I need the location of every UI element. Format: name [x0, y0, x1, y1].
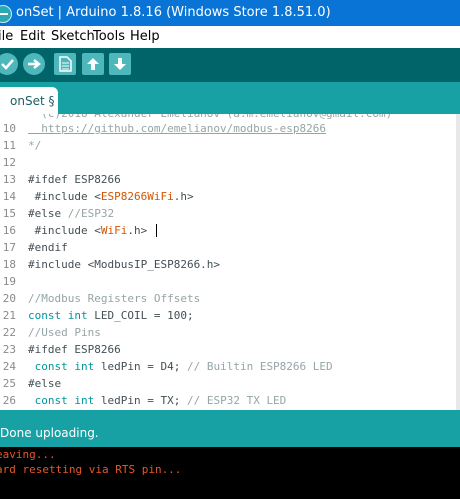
code-line: 23 #ifdef ESP8266	[2, 343, 121, 356]
console-output: eaving... ard resetting via RTS pin...	[0, 447, 460, 499]
verify-button[interactable]	[0, 53, 18, 75]
open-button[interactable]	[82, 53, 104, 75]
menu-file[interactable]: ile	[0, 29, 13, 44]
arduino-logo-icon	[0, 5, 12, 23]
code-line: 17 #endif	[2, 241, 68, 254]
save-icon	[114, 58, 126, 70]
text-cursor	[156, 224, 157, 237]
code-line: 11 */	[2, 139, 42, 152]
status-bar: Done uploading.	[0, 420, 460, 447]
code-line: 14 #include <ESP8266WiFi.h>	[2, 190, 194, 203]
code-line: 19	[2, 275, 16, 288]
tab-onset[interactable]: onSet §	[0, 87, 58, 114]
console-line: eaving...	[0, 448, 56, 461]
upload-icon	[28, 59, 42, 69]
github-link[interactable]: https://github.com/emelianov/modbus-esp8…	[28, 120, 326, 137]
code-line: 24 const int ledPin = D4; // Builtin ESP…	[2, 360, 333, 373]
menu-bar: ile Edit Sketch Tools Help	[0, 26, 460, 48]
tab-bar: onSet §	[0, 82, 460, 114]
window-title: onSet | Arduino 1.8.16 (Windows Store 1.…	[16, 5, 331, 20]
code-line: 25 #else	[2, 377, 62, 390]
code-line: 12	[2, 156, 16, 169]
console-line: ard resetting via RTS pin...	[0, 463, 182, 476]
open-icon	[87, 58, 99, 70]
code-line: 15 #else //ESP32	[2, 207, 115, 220]
toolbar	[0, 48, 460, 82]
code-line: 10 https://github.com/emelianov/modbus-e…	[2, 120, 327, 137]
status-message: Done uploading.	[0, 426, 99, 440]
menu-edit[interactable]: Edit	[20, 29, 45, 44]
code-line: 26 const int ledPin = TX; // ESP32 TX LE…	[2, 394, 287, 407]
new-icon	[59, 56, 72, 72]
verify-icon	[1, 59, 14, 70]
tab-label: onSet §	[10, 94, 55, 108]
upload-button[interactable]	[23, 53, 45, 75]
code-line: 22//Used Pins	[2, 326, 101, 339]
menu-tools[interactable]: Tools	[93, 29, 125, 44]
menu-sketch[interactable]: Sketch	[51, 29, 95, 44]
save-button[interactable]	[109, 53, 131, 75]
code-editor[interactable]: (c)2018 Alexander Emelianov (a.m.emelian…	[0, 114, 460, 410]
menu-help[interactable]: Help	[130, 29, 160, 44]
code-line: 21 const int LED_COIL = 100;	[2, 309, 194, 322]
title-bar: onSet | Arduino 1.8.16 (Windows Store 1.…	[0, 0, 460, 26]
new-button[interactable]	[54, 53, 76, 75]
console-splitter[interactable]	[0, 410, 460, 420]
editor-scrollbar[interactable]	[456, 114, 460, 410]
code-line: 13 #ifdef ESP8266	[2, 173, 121, 186]
code-line: 16 #include <WiFi.h>	[0, 222, 460, 239]
code-line: 18 #include <ModbusIP_ESP8266.h>	[2, 258, 221, 271]
code-line: 20//Modbus Registers Offsets	[2, 292, 201, 305]
